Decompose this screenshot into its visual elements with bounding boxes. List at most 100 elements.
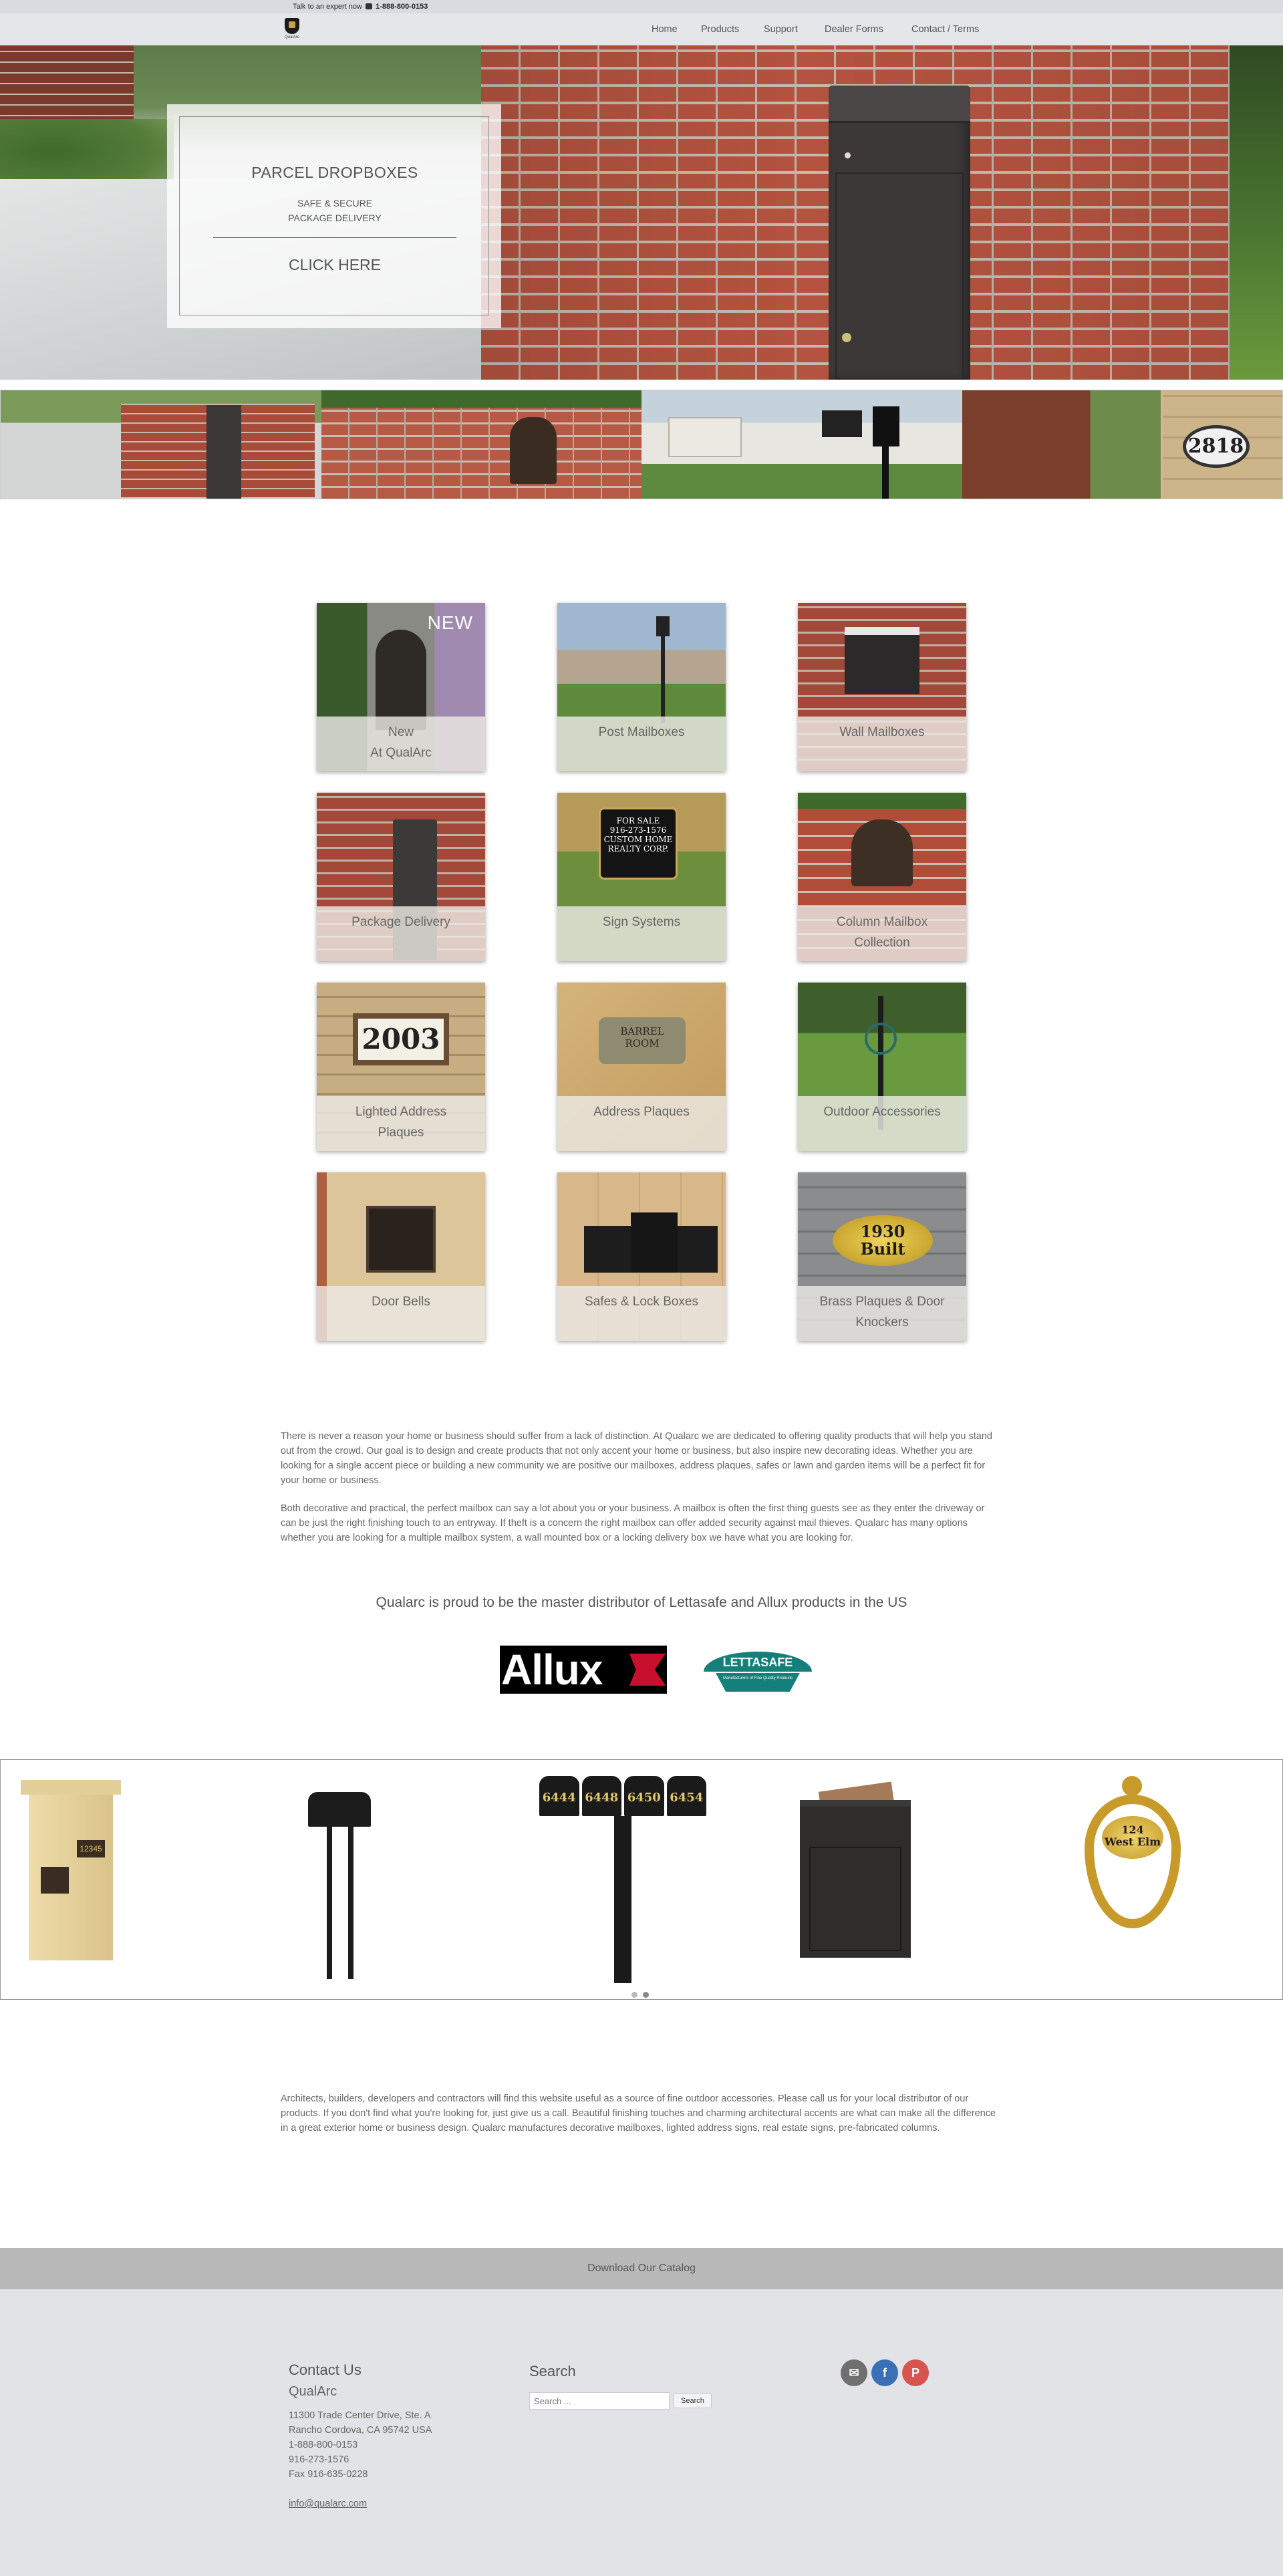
facebook-icon[interactable]: f bbox=[871, 2359, 898, 2386]
carousel-item-parcel-box[interactable] bbox=[800, 1781, 911, 1958]
category-safes[interactable]: Safes & Lock Boxes bbox=[557, 1172, 726, 1341]
category-package-label: Package Delivery bbox=[351, 915, 450, 929]
tile-post-box bbox=[656, 616, 670, 636]
logo-name: QualArc bbox=[285, 35, 299, 39]
category-sign-systems[interactable]: FOR SALE 916-273-1576 CUSTOM HOME REALTY… bbox=[557, 793, 726, 961]
nav-home[interactable]: Home bbox=[652, 24, 678, 35]
strip-photo-column[interactable] bbox=[321, 390, 642, 499]
allux-logo-text: Allux bbox=[501, 1646, 603, 1694]
hero-subtitle-line1: SAFE & SECURE bbox=[297, 198, 373, 209]
tile-sign-board: FOR SALE 916-273-1576 CUSTOM HOME REALTY… bbox=[599, 807, 678, 880]
category-new[interactable]: NEW New At QualArc bbox=[317, 603, 485, 771]
column-number-plate: 12345 bbox=[77, 1840, 105, 1857]
expert-phone[interactable]: 1-888-800-0153 bbox=[376, 3, 428, 11]
category-brass-plaques[interactable]: 1930 Built Brass Plaques & Door Knockers bbox=[798, 1172, 966, 1341]
category-brass-label: Brass Plaques & Door Knockers bbox=[819, 1295, 945, 1329]
search-button[interactable]: Search bbox=[674, 2394, 712, 2408]
logo-crest-icon bbox=[285, 18, 299, 34]
tile-label: Door Bells bbox=[317, 1286, 485, 1341]
tile-label: Post Mailboxes bbox=[557, 717, 726, 771]
tile-hose-reel bbox=[865, 1023, 897, 1055]
strip-photo-plaque[interactable]: 2818 bbox=[962, 390, 1282, 499]
dropbox-handle bbox=[842, 333, 851, 342]
allux-logo[interactable]: Allux bbox=[500, 1646, 667, 1694]
phone-1[interactable]: 1-888-800-0153 bbox=[289, 2438, 432, 2452]
category-column-mailbox[interactable]: Column Mailbox Collection bbox=[798, 793, 966, 961]
architects-paragraph: Architects, builders, developers and con… bbox=[281, 2093, 996, 2134]
tile-label: Safes & Lock Boxes bbox=[557, 1286, 726, 1341]
navbar: QualArc Home Products Support Dealer For… bbox=[0, 13, 1283, 45]
category-post-label: Post Mailboxes bbox=[598, 725, 685, 739]
fax: Fax 916-635-0228 bbox=[289, 2469, 368, 2480]
dropbox-lid bbox=[829, 86, 970, 123]
download-catalog-bar[interactable]: Download Our Catalog bbox=[0, 2248, 1283, 2289]
nav-contact-terms[interactable]: Contact / Terms bbox=[911, 24, 979, 35]
photo-strip: 2818 bbox=[0, 390, 1283, 499]
multi-mailbox-4: 6454 bbox=[666, 1776, 706, 1816]
tile-label: Outdoor Accessories bbox=[798, 1096, 966, 1151]
strip-ivy bbox=[321, 390, 642, 408]
hero-dropbox-image bbox=[829, 86, 970, 380]
hero-click-here[interactable]: CLICK HERE bbox=[180, 256, 490, 274]
hero-card[interactable]: PARCEL DROPBOXES SAFE & SECURE PACKAGE D… bbox=[167, 104, 501, 328]
tile-post bbox=[661, 636, 665, 723]
multi-mailbox-1: 6444 bbox=[539, 1776, 579, 1816]
knocker-plate: 124 West Elm bbox=[1102, 1816, 1163, 1859]
category-outdoor-accessories[interactable]: Outdoor Accessories bbox=[798, 983, 966, 1151]
category-wall-mailboxes[interactable]: Wall Mailboxes bbox=[798, 603, 966, 771]
footer: Contact Us QualArc 11300 Trade Center Dr… bbox=[0, 2289, 1283, 2576]
tile-brass-plaque: 1930 Built bbox=[833, 1215, 933, 1266]
site-logo[interactable]: QualArc bbox=[282, 17, 302, 41]
hero-banner[interactable]: PARCEL DROPBOXES SAFE & SECURE PACKAGE D… bbox=[0, 45, 1283, 380]
category-post-mailboxes[interactable]: Post Mailboxes bbox=[557, 603, 726, 771]
tile-doorbell-plate bbox=[366, 1206, 436, 1273]
tile-ivy bbox=[798, 793, 966, 809]
product-carousel[interactable]: 12345 6444 6448 6450 6454 124 West Elm bbox=[0, 1759, 1283, 2000]
tile-safe-2 bbox=[631, 1212, 678, 1273]
strip-dropbox bbox=[206, 405, 241, 499]
carousel-item-column[interactable]: 12345 bbox=[21, 1780, 121, 1974]
tile-label: Wall Mailboxes bbox=[798, 717, 966, 771]
carousel-pagination bbox=[631, 1992, 649, 1998]
strip-photo-dropbox[interactable] bbox=[1, 390, 321, 499]
column-mail-slot bbox=[41, 1867, 69, 1894]
strip-address-plaque: 2818 bbox=[1182, 425, 1250, 468]
carousel-dot-2[interactable] bbox=[643, 1992, 649, 1998]
category-sign-label: Sign Systems bbox=[602, 915, 681, 929]
search-heading: Search bbox=[529, 2363, 576, 2379]
category-address-plaques[interactable]: BARREL ROOM Address Plaques bbox=[557, 983, 726, 1151]
category-package-delivery[interactable]: Package Delivery bbox=[317, 793, 485, 961]
category-outdoor-label: Outdoor Accessories bbox=[823, 1105, 941, 1119]
tile-lighted-plaque: 2003 bbox=[353, 1013, 449, 1065]
strip-house bbox=[668, 417, 742, 457]
carousel-dot-1[interactable] bbox=[631, 1992, 637, 1998]
email-link[interactable]: info@qualarc.com bbox=[289, 2496, 432, 2511]
tile-label: Address Plaques bbox=[557, 1096, 726, 1151]
email-icon[interactable]: ✉ bbox=[841, 2359, 867, 2386]
download-catalog-label[interactable]: Download Our Catalog bbox=[587, 2263, 696, 2274]
carousel-item-door-knocker[interactable]: 124 West Elm bbox=[1082, 1776, 1183, 1934]
footer-contact: Contact Us QualArc 11300 Trade Center Dr… bbox=[289, 2363, 432, 2511]
nav-support[interactable]: Support bbox=[764, 24, 798, 35]
search-row: Search bbox=[529, 2392, 712, 2410]
lettasafe-logo[interactable]: LETTASAFE Manufacturers of Fine Quality … bbox=[704, 1646, 812, 1694]
new-badge: NEW bbox=[427, 612, 473, 633]
category-lighted-label: Lighted Address Plaques bbox=[355, 1105, 447, 1140]
search-input[interactable] bbox=[529, 2392, 670, 2410]
tile-label: Brass Plaques & Door Knockers bbox=[798, 1286, 966, 1341]
tile-label: Column Mailbox Collection bbox=[798, 906, 966, 961]
pinterest-icon[interactable]: P bbox=[902, 2359, 929, 2386]
phone-2[interactable]: 916-273-1576 bbox=[289, 2452, 432, 2467]
nav-products[interactable]: Products bbox=[701, 24, 739, 35]
strip-photo-post[interactable] bbox=[642, 390, 962, 499]
carousel-item-post-mailbox[interactable] bbox=[308, 1792, 375, 1979]
category-door-bells[interactable]: Door Bells bbox=[317, 1172, 485, 1341]
tile-wall-box bbox=[845, 627, 919, 694]
strip-post-mailbox bbox=[822, 410, 862, 437]
category-lighted-plaques[interactable]: 2003 Lighted Address Plaques bbox=[317, 983, 485, 1151]
multi-mailbox-post bbox=[614, 1816, 631, 1983]
nav-dealer-forms[interactable]: Dealer Forms bbox=[825, 24, 883, 35]
phone-icon bbox=[366, 3, 373, 9]
carousel-item-multi-mailbox[interactable]: 6444 6448 6450 6454 bbox=[539, 1776, 706, 1983]
hero-subtitle: SAFE & SECURE PACKAGE DELIVERY bbox=[180, 196, 490, 225]
